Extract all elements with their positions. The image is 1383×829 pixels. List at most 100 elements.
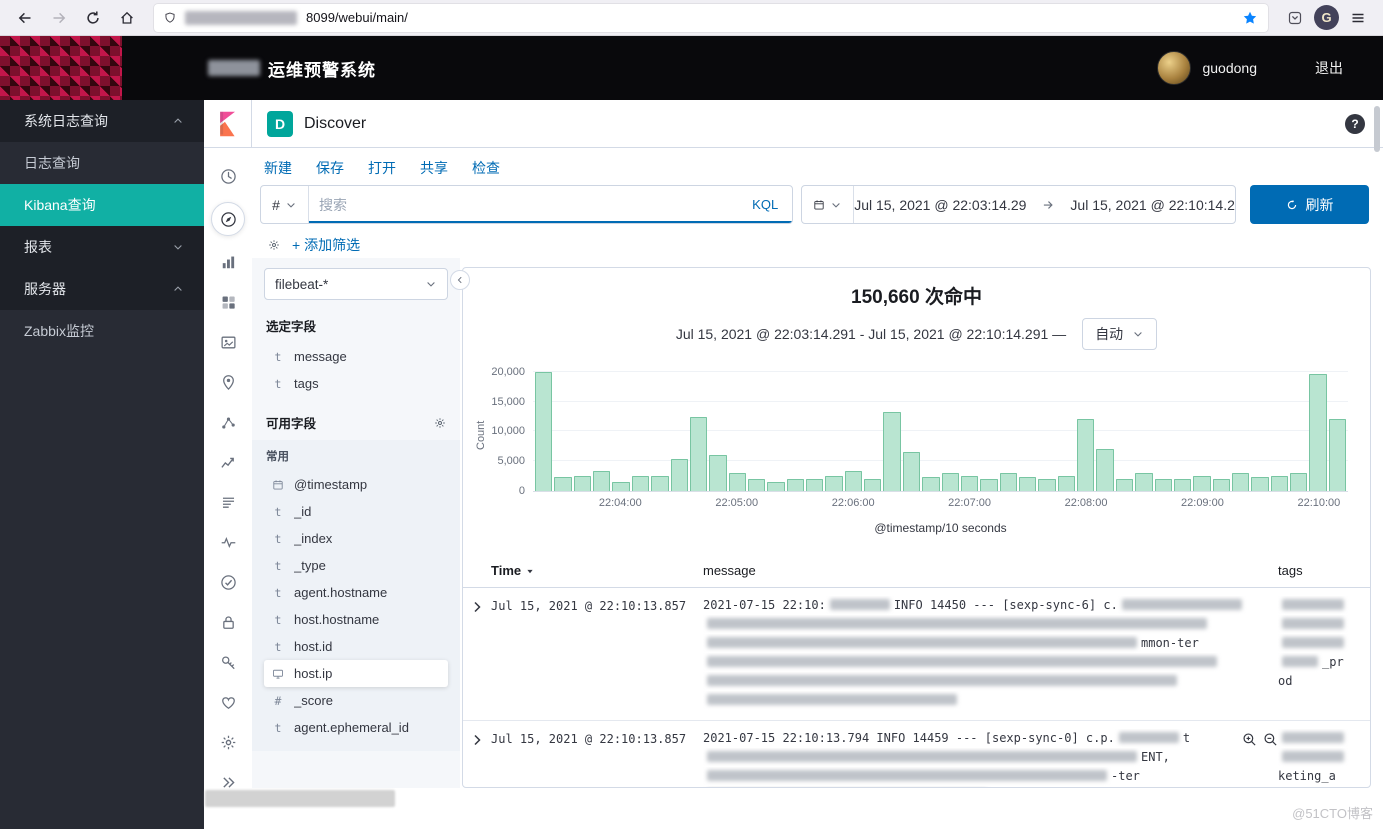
histogram-bar[interactable] (1193, 476, 1210, 491)
fields-settings-gear-icon[interactable] (434, 417, 446, 429)
field-_score[interactable]: #_score (264, 687, 448, 714)
histogram-bar[interactable] (806, 479, 823, 491)
share-button[interactable]: 共享 (420, 158, 448, 178)
histogram-bar[interactable] (554, 477, 571, 491)
histogram-bar[interactable] (883, 412, 900, 491)
nav-apm-icon[interactable] (214, 528, 242, 556)
nav-dashboard-icon[interactable] (214, 288, 242, 316)
collapse-sidebar-button[interactable] (450, 270, 470, 290)
field-host.ip[interactable]: host.ip (264, 660, 448, 687)
field-tags[interactable]: ttags (264, 370, 448, 397)
query-language-button[interactable]: KQL (738, 197, 792, 212)
nav-canvas-icon[interactable] (214, 328, 242, 356)
column-time[interactable]: Time (491, 563, 703, 578)
nav-visualize-icon[interactable] (214, 248, 242, 276)
forward-icon[interactable] (44, 4, 74, 32)
field-_type[interactable]: t_type (264, 552, 448, 579)
date-to[interactable]: Jul 15, 2021 @ 22:10:14.29 (1070, 197, 1236, 213)
home-icon[interactable] (112, 4, 142, 32)
url-bar[interactable]: 8099/webui/main/ (154, 4, 1268, 32)
browser-profile-avatar[interactable]: G (1314, 5, 1339, 30)
histogram-bar[interactable] (1038, 479, 1055, 491)
nav-maps-icon[interactable] (214, 368, 242, 396)
bookmark-star-icon[interactable] (1242, 10, 1258, 26)
histogram-bar[interactable] (845, 471, 862, 491)
kibana-logo[interactable] (204, 100, 252, 148)
window-scrollbar[interactable] (1374, 106, 1380, 152)
nav-logs-icon[interactable] (214, 488, 242, 516)
histogram-bar[interactable] (748, 479, 765, 492)
reload-icon[interactable] (78, 4, 108, 32)
histogram-bar[interactable] (961, 476, 978, 491)
expand-row-icon[interactable] (463, 729, 491, 788)
histogram-bar[interactable] (651, 476, 668, 491)
inspect-button[interactable]: 检查 (472, 158, 500, 178)
histogram-bar[interactable] (1290, 473, 1307, 491)
histogram-bar[interactable] (671, 459, 688, 491)
histogram-bar[interactable] (1116, 479, 1133, 491)
histogram-bar[interactable] (593, 471, 610, 491)
add-filter-button[interactable]: + 添加筛选 (292, 235, 360, 255)
saved-query-menu-button[interactable]: # (261, 186, 309, 223)
refresh-button[interactable]: 刷新 (1250, 185, 1369, 224)
help-icon[interactable] (1345, 114, 1365, 134)
filter-settings-gear-icon[interactable] (268, 239, 280, 251)
interval-select[interactable]: 自动 (1082, 318, 1157, 350)
column-tags[interactable]: tags (1278, 563, 1370, 578)
histogram-bar[interactable] (1155, 479, 1172, 492)
histogram-bar[interactable] (1019, 477, 1036, 491)
field-agent.hostname[interactable]: tagent.hostname (264, 579, 448, 606)
histogram-bar[interactable] (825, 476, 842, 491)
field-host.hostname[interactable]: thost.hostname (264, 606, 448, 633)
histogram-bar[interactable] (1000, 473, 1017, 491)
nav-recently-viewed-icon[interactable] (214, 162, 242, 190)
field-@timestamp[interactable]: @timestamp (264, 471, 448, 498)
histogram-bar[interactable] (864, 479, 881, 491)
field-agent.ephemeral_id[interactable]: tagent.ephemeral_id (264, 714, 448, 741)
histogram-bar[interactable] (1058, 476, 1075, 491)
field-host.id[interactable]: thost.id (264, 633, 448, 660)
histogram-bar[interactable] (1096, 449, 1113, 491)
logout-button[interactable]: 退出 (1315, 58, 1343, 78)
filter-for-value-icon[interactable] (1242, 732, 1257, 747)
field-_index[interactable]: t_index (264, 525, 448, 552)
histogram-bar[interactable] (1309, 374, 1326, 491)
histogram-bar[interactable] (1135, 473, 1152, 491)
histogram-bar[interactable] (612, 482, 629, 491)
histogram-bar[interactable] (1232, 473, 1249, 491)
date-quick-menu-button[interactable] (802, 186, 854, 223)
histogram-bar[interactable] (1251, 477, 1268, 491)
nav-dev-tools-icon[interactable] (214, 648, 242, 676)
histogram-bar[interactable] (709, 455, 726, 491)
sidebar-item-3[interactable]: 报表 (0, 226, 204, 268)
index-pattern-select[interactable]: filebeat-* (264, 268, 448, 300)
histogram-bar[interactable] (690, 417, 707, 491)
histogram-bar[interactable] (574, 476, 591, 491)
nav-management-icon[interactable] (214, 728, 242, 756)
histogram-bar[interactable] (787, 479, 804, 492)
search-input[interactable] (309, 197, 738, 213)
nav-discover-icon[interactable] (211, 202, 245, 236)
sidebar-item-4[interactable]: 服务器 (0, 268, 204, 310)
histogram-bar[interactable] (1271, 476, 1288, 491)
open-button[interactable]: 打开 (368, 158, 396, 178)
nav-metrics-icon[interactable] (214, 448, 242, 476)
nav-siem-icon[interactable] (214, 608, 242, 636)
histogram-bar[interactable] (1213, 479, 1230, 491)
user-avatar[interactable] (1157, 51, 1191, 85)
sidebar-item-5[interactable]: Zabbix监控 (0, 310, 204, 352)
pocket-extension-icon[interactable] (1280, 4, 1310, 32)
sidebar-item-2[interactable]: Kibana查询 (0, 184, 204, 226)
new-button[interactable]: 新建 (264, 158, 292, 178)
nav-machine-learning-icon[interactable] (214, 408, 242, 436)
sidebar-item-1[interactable]: 日志查询 (0, 142, 204, 184)
field-message[interactable]: tmessage (264, 343, 448, 370)
nav-stack-monitoring-icon[interactable] (214, 688, 242, 716)
tracking-protection-shield-icon[interactable] (164, 12, 176, 24)
expand-row-icon[interactable] (463, 596, 491, 710)
histogram-bar[interactable] (632, 476, 649, 491)
histogram-bar[interactable] (903, 452, 920, 491)
histogram-bar[interactable] (942, 473, 959, 491)
histogram-bar[interactable] (922, 477, 939, 491)
histogram-bar[interactable] (535, 372, 552, 491)
